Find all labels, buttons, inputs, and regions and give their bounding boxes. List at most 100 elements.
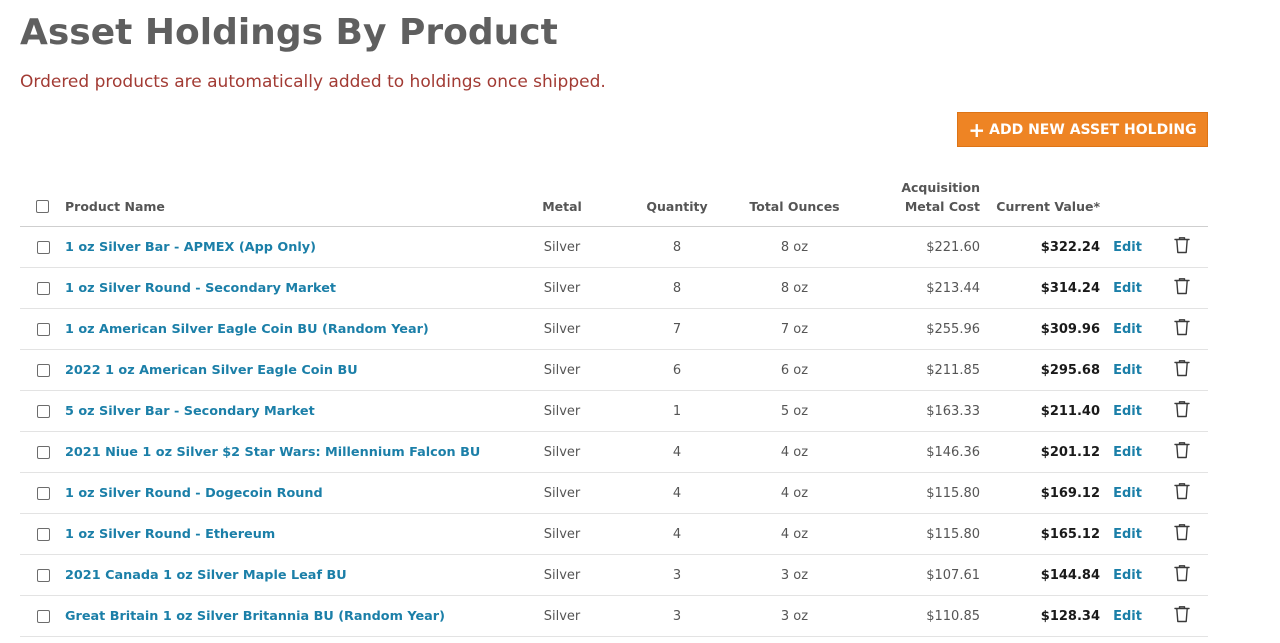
product-link[interactable]: 2022 1 oz American Silver Eagle Coin BU [65,363,358,378]
row-checkbox[interactable] [37,363,50,377]
column-current-value[interactable]: Current Value* [980,178,1100,227]
edit-link[interactable]: Edit [1113,281,1142,296]
total-ounces-cell: 5 oz [747,390,842,432]
acquisition-cost-cell: $255.96 [842,308,980,350]
trash-icon[interactable] [1173,564,1190,586]
current-value-cell: $322.24 [980,226,1100,268]
add-new-asset-holding-button[interactable]: + ADD NEW ASSET HOLDING [957,112,1208,147]
delete-cell [1155,513,1208,555]
product-name-cell: 2022 1 oz American Silver Eagle Coin BU [65,349,517,391]
product-link[interactable]: 1 oz Silver Round - Ethereum [65,527,275,542]
acquisition-cost-cell: $221.60 [842,226,980,268]
page-title: Asset Holdings By Product [20,12,558,53]
current-value: $165.12 [1040,526,1100,542]
trash-icon[interactable] [1173,318,1190,340]
metal-cell: Silver [517,472,607,514]
edit-link[interactable]: Edit [1113,445,1142,460]
trash-icon[interactable] [1173,359,1190,381]
row-checkbox[interactable] [37,404,50,418]
total-ounces-cell: 3 oz [747,554,842,596]
quantity-cell: 7 [607,308,747,350]
holdings-table: Product Name Metal Quantity Total Ounces… [20,178,1208,637]
trash-icon[interactable] [1173,277,1190,299]
column-metal[interactable]: Metal [517,178,607,227]
quantity-cell: 8 [607,226,747,268]
row-checkbox[interactable] [37,240,50,254]
product-name-cell: 1 oz Silver Bar - APMEX (App Only) [65,226,517,268]
product-name-cell: 2021 Canada 1 oz Silver Maple Leaf BU [65,554,517,596]
quantity-cell: 4 [607,431,747,473]
table-row: 1 oz Silver Round - Secondary Market Silv… [20,267,1208,309]
product-link[interactable]: 5 oz Silver Bar - Secondary Market [65,404,315,419]
total-ounces-cell: 4 oz [747,431,842,473]
row-checkbox[interactable] [37,527,50,541]
edit-link[interactable]: Edit [1113,568,1142,583]
current-value: $144.84 [1040,567,1100,583]
current-value-cell: $128.34 [980,595,1100,637]
table-body: 1 oz Silver Bar - APMEX (App Only) Silver… [20,226,1208,637]
row-checkbox[interactable] [37,281,50,295]
product-link[interactable]: 2021 Canada 1 oz Silver Maple Leaf BU [65,568,347,583]
column-delete [1155,178,1208,227]
edit-link[interactable]: Edit [1113,363,1142,378]
delete-cell [1155,349,1208,391]
current-value: $211.40 [1040,403,1100,419]
current-value: $295.68 [1040,362,1100,378]
acquisition-cost-cell: $211.85 [842,349,980,391]
total-ounces-cell: 4 oz [747,472,842,514]
edit-cell: Edit [1100,267,1155,309]
product-link[interactable]: 1 oz American Silver Eagle Coin BU (Rand… [65,322,429,337]
edit-link[interactable]: Edit [1113,527,1142,542]
product-link[interactable]: 2021 Niue 1 oz Silver $2 Star Wars: Mill… [65,445,480,460]
edit-link[interactable]: Edit [1113,486,1142,501]
column-quantity[interactable]: Quantity [607,178,747,227]
column-product-name[interactable]: Product Name [65,178,517,227]
edit-cell: Edit [1100,595,1155,637]
product-link[interactable]: Great Britain 1 oz Silver Britannia BU (… [65,609,445,624]
trash-icon[interactable] [1173,605,1190,627]
product-link[interactable]: 1 oz Silver Round - Dogecoin Round [65,486,323,501]
edit-cell: Edit [1100,431,1155,473]
row-select-cell [20,226,65,268]
row-checkbox[interactable] [37,568,50,582]
product-name-cell: 1 oz Silver Round - Ethereum [65,513,517,555]
product-link[interactable]: 1 oz Silver Bar - APMEX (App Only) [65,240,316,255]
row-select-cell [20,349,65,391]
acquisition-cost-cell: $107.61 [842,554,980,596]
trash-icon[interactable] [1173,482,1190,504]
row-checkbox[interactable] [37,486,50,500]
column-total-ounces[interactable]: Total Ounces [747,178,842,227]
edit-link[interactable]: Edit [1113,609,1142,624]
current-value-cell: $211.40 [980,390,1100,432]
row-select-cell [20,554,65,596]
edit-cell: Edit [1100,226,1155,268]
current-value-cell: $309.96 [980,308,1100,350]
delete-cell [1155,554,1208,596]
product-link[interactable]: 1 oz Silver Round - Secondary Market [65,281,336,296]
trash-icon[interactable] [1173,236,1190,258]
row-checkbox[interactable] [37,322,50,336]
column-acquisition-metal-cost[interactable]: Acquisition Metal Cost [842,178,980,227]
row-checkbox[interactable] [37,445,50,459]
trash-icon[interactable] [1173,441,1190,463]
acquisition-cost-cell: $115.80 [842,472,980,514]
current-value: $201.12 [1040,444,1100,460]
select-all-checkbox[interactable] [36,200,49,213]
trash-icon[interactable] [1173,523,1190,545]
table-row: 5 oz Silver Bar - Secondary Market Silver… [20,390,1208,432]
quantity-cell: 4 [607,513,747,555]
edit-link[interactable]: Edit [1113,404,1142,419]
delete-cell [1155,308,1208,350]
product-name-cell: 2021 Niue 1 oz Silver $2 Star Wars: Mill… [65,431,517,473]
delete-cell [1155,595,1208,637]
edit-link[interactable]: Edit [1113,240,1142,255]
trash-icon[interactable] [1173,400,1190,422]
select-all-cell [20,178,65,227]
delete-cell [1155,431,1208,473]
row-checkbox[interactable] [37,609,50,623]
total-ounces-cell: 3 oz [747,595,842,637]
current-value: $128.34 [1040,608,1100,624]
metal-cell: Silver [517,349,607,391]
total-ounces-cell: 8 oz [747,226,842,268]
edit-link[interactable]: Edit [1113,322,1142,337]
